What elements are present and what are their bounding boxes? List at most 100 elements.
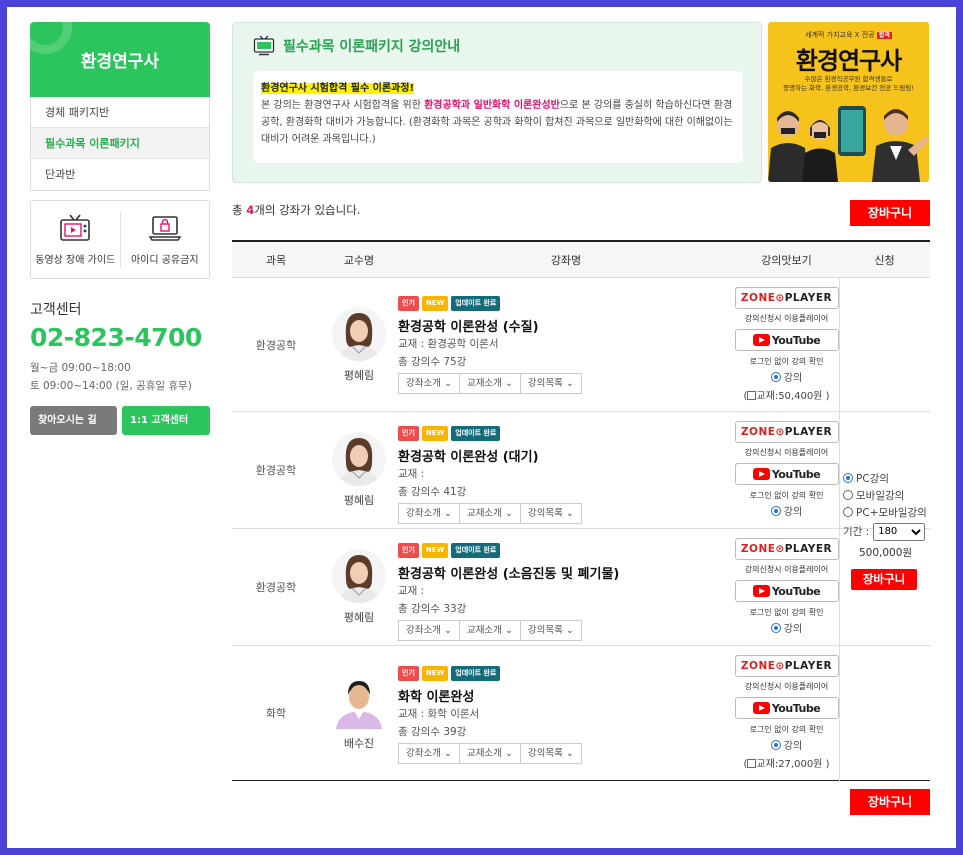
course-dropdowns: 강좌소개 ⌄ 교재소개 ⌄ 강의목록 ⌄ [398, 620, 734, 641]
badges: 인기 NEW 업데이트 완료 [398, 543, 734, 558]
course-book: 교재 : 환경공학 이론서 [398, 338, 499, 350]
id-share-link[interactable]: 아이디 공유금지 [119, 211, 210, 268]
table-row: 환경공학 평혜림 인기 N [232, 529, 930, 646]
book-intro-dropdown[interactable]: 교재소개 ⌄ [459, 503, 521, 524]
row-professor: 평혜림 [320, 529, 398, 645]
course-title[interactable]: 환경공학 이론완성 (대기) [398, 446, 734, 465]
row-preview: ZONE ⊙ PLAYER 강의신청시 이용플레이어 YouTube 로그인 없이 … [734, 412, 839, 528]
radio-mobile[interactable] [843, 490, 853, 500]
period-select[interactable]: 180 [873, 522, 926, 541]
login-note: 로그인 없이 강의 확인 [749, 357, 824, 366]
youtube-play-icon [752, 334, 770, 346]
badge-hot: 인기 [398, 543, 419, 558]
cs-hours-saturday: 토 09:00~14:00 (일, 공휴일 휴무) [30, 380, 192, 392]
lecture-radio[interactable]: 강의 [770, 737, 802, 752]
cart-button-bottom[interactable]: 장바구니 [850, 789, 930, 815]
badge-new: NEW [421, 666, 449, 681]
lecture-radio[interactable]: 강의 [770, 503, 802, 518]
notice-text-pink: 환경공학과 일반화학 이론완성반 [424, 100, 560, 111]
row-subject: 환경공학 [255, 581, 297, 594]
tv-icon [60, 214, 91, 241]
youtube-button[interactable]: YouTube [734, 463, 839, 485]
course-lecture-count: 총 강의수 41강 [398, 486, 467, 498]
banner-brand: 세계적 가치교육 X 전공 합격 [805, 31, 892, 39]
row-professor: 평혜림 [320, 412, 398, 528]
video-guide-label: 동영상 장애 가이드 [35, 255, 116, 266]
book-option[interactable]: (교재:50,400원 ) [744, 387, 829, 402]
course-title[interactable]: 환경공학 이론완성 (소음진동 및 폐기물) [398, 563, 734, 582]
sidebar-item-single[interactable]: 단과반 [31, 159, 209, 190]
zone-player-button[interactable]: ZONE ⊙ PLAYER [734, 655, 839, 677]
course-dropdowns: 강좌소개 ⌄ 교재소개 ⌄ 강의목록 ⌄ [398, 743, 734, 764]
login-note: 로그인 없이 강의 확인 [749, 725, 824, 734]
cart-button-top[interactable]: 장바구니 [850, 200, 930, 226]
row-subject: 환경공학 [255, 338, 297, 352]
course-intro-dropdown[interactable]: 강좌소개 ⌄ [398, 620, 460, 641]
row-professor: 배수진 [320, 646, 398, 780]
promo-banner[interactable]: 세계적 가치교육 X 전공 합격 환경연구사 수많은 환경직공무원 합격생들로 … [768, 22, 929, 182]
radio-pc-mobile[interactable] [843, 507, 853, 517]
laptop-lock-icon [148, 216, 182, 241]
option-pc-mobile[interactable]: PC+모바일강의 [843, 504, 927, 521]
zone-player-button[interactable]: ZONE ⊙ PLAYER [734, 538, 839, 560]
course-intro-dropdown[interactable]: 강좌소개 ⌄ [398, 373, 460, 394]
badges: 인기 NEW 업데이트 완료 [398, 666, 734, 681]
professor-avatar [332, 675, 386, 729]
table-row: 환경공학 평혜림 인기 N [232, 278, 930, 412]
player-note: 강의신청시 이용플레이어 [744, 448, 829, 457]
book-intro-dropdown[interactable]: 교재소개 ⌄ [459, 620, 521, 641]
table-header: 과목 교수명 강좌명 강의맛보기 신청 [232, 242, 930, 278]
lecture-list-dropdown[interactable]: 강의목록 ⌄ [520, 373, 582, 394]
course-title[interactable]: 화학 이론완성 [398, 686, 734, 705]
course-lecture-count: 총 강의수 33강 [398, 603, 467, 615]
lecture-radio[interactable]: 강의 [770, 620, 802, 635]
lecture-list-dropdown[interactable]: 강의목록 ⌄ [520, 620, 582, 641]
course-book: 교재 : [398, 585, 425, 597]
one-on-one-button[interactable]: 1:1 고객센터 [122, 406, 210, 435]
option-mobile[interactable]: 모바일강의 [843, 487, 904, 504]
cs-title: 고객센터 [30, 302, 82, 318]
course-intro-dropdown[interactable]: 강좌소개 ⌄ [398, 503, 460, 524]
badge-hot: 인기 [398, 296, 419, 311]
book-option[interactable]: (교재:27,000원 ) [744, 755, 829, 770]
youtube-button[interactable]: YouTube [734, 580, 839, 602]
notice-text-a: 본 강의는 환경연구사 시험합격을 위한 [261, 100, 425, 111]
zone-player-button[interactable]: ZONE ⊙ PLAYER [734, 421, 839, 443]
badge-updated: 업데이트 완료 [451, 426, 501, 441]
badge-hot: 인기 [398, 426, 419, 441]
sidebar-item-package[interactable]: 경체 패키지반 [31, 97, 209, 128]
id-share-label: 아이디 공유금지 [130, 255, 199, 266]
sidebar-header: 환경연구사 [30, 22, 210, 97]
package-price: 500,000원 [858, 546, 913, 559]
youtube-button[interactable]: YouTube [734, 329, 839, 351]
zone-player-button[interactable]: ZONE ⊙ PLAYER [734, 287, 839, 309]
row-preview: ZONE ⊙ PLAYER 강의신청시 이용플레이어 YouTube 로그인 없이 … [734, 646, 839, 780]
course-lecture-count: 총 강의수 75강 [398, 356, 467, 368]
option-pc[interactable]: PC강의 [843, 470, 889, 487]
badge-new: NEW [421, 296, 449, 311]
youtube-button[interactable]: YouTube [734, 697, 839, 719]
notice-body: 환경연구사 시험합격 필수 이론과정! 본 강의는 환경연구사 시험합격을 위한… [253, 71, 743, 163]
radio-pc[interactable] [843, 473, 853, 483]
course-intro-dropdown[interactable]: 강좌소개 ⌄ [398, 743, 460, 764]
player-note: 강의신청시 이용플레이어 [744, 682, 829, 691]
quick-links: 동영상 장애 가이드 아이디 공유금지 [30, 200, 210, 279]
location-button[interactable]: 찾아오시는 길 [30, 406, 117, 435]
course-title[interactable]: 환경공학 이론완성 (수질) [398, 316, 734, 335]
sidebar-menu: 경체 패키지반 필수과목 이론패키지 단과반 [30, 97, 210, 191]
course-dropdowns: 강좌소개 ⌄ 교재소개 ⌄ 강의목록 ⌄ [398, 503, 734, 524]
professor-name: 배수진 [343, 737, 375, 750]
book-intro-dropdown[interactable]: 교재소개 ⌄ [459, 743, 521, 764]
cart-button-apply[interactable]: 장바구니 [851, 568, 917, 590]
header-subject: 과목 [265, 253, 287, 267]
lecture-list-dropdown[interactable]: 강의목록 ⌄ [520, 743, 582, 764]
sidebar-title: 환경연구사 [80, 52, 160, 72]
book-intro-dropdown[interactable]: 교재소개 ⌄ [459, 373, 521, 394]
video-guide-link[interactable]: 동영상 장애 가이드 [31, 201, 120, 278]
table-row: 화학 배수진 인기 NEW 업데이트 완료 화학 이론완성 교재: 화학 이론… [232, 646, 930, 781]
sidebar-item-theory-package[interactable]: 필수과목 이론패키지 [31, 128, 209, 159]
row-course: 인기 NEW 업데이트 완료 환경공학 이론완성 (대기) 교재 : 총 강의수… [398, 412, 734, 528]
lecture-radio[interactable]: 강의 [770, 369, 802, 384]
badges: 인기 NEW 업데이트 완료 [398, 426, 734, 441]
lecture-list-dropdown[interactable]: 강의목록 ⌄ [520, 503, 582, 524]
